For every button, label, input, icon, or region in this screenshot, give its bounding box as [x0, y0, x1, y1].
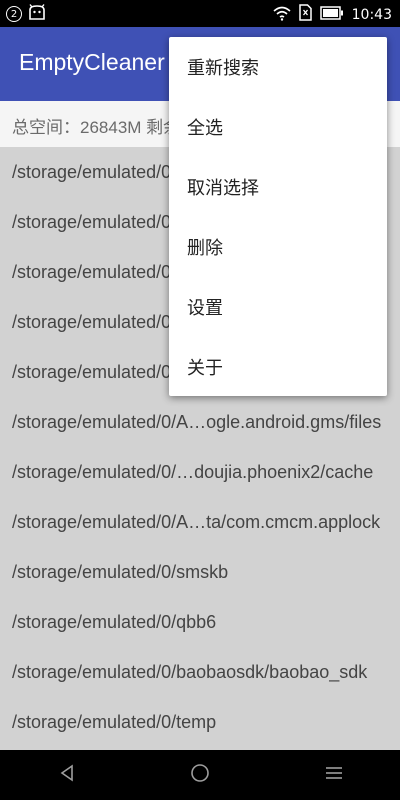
- list-item[interactable]: /storage/emulated/0/temp: [0, 697, 400, 747]
- list-item[interactable]: /storage/emulated/0/smskb: [0, 547, 400, 597]
- list-item[interactable]: /storage/emulated/0/A…ta/com.cmcm.apploc…: [0, 497, 400, 547]
- list-item[interactable]: /storage/emulated/0/…doujia.phoenix2/cac…: [0, 447, 400, 497]
- status-bar: 2 10:43: [0, 0, 400, 27]
- status-time: 10:43: [351, 6, 392, 23]
- status-bar-left: 2: [6, 4, 46, 24]
- recents-icon: [325, 765, 343, 785]
- storage-summary-text: 总空间：26843M 剩余: [12, 118, 181, 137]
- menu-item-delete[interactable]: 删除: [169, 217, 387, 277]
- battery-icon: [319, 5, 344, 24]
- navigation-bar: [0, 750, 400, 800]
- app-title: EmptyCleaner: [19, 49, 165, 75]
- list-item[interactable]: /storage/emulated/0/baobaosdk/baobao_sdk: [0, 647, 400, 697]
- back-button[interactable]: [52, 760, 82, 790]
- android-icon: [28, 4, 46, 24]
- notification-badge-icon: 2: [6, 6, 22, 22]
- status-bar-right: 10:43: [273, 4, 392, 25]
- sim-icon: [298, 4, 312, 25]
- recents-button[interactable]: [319, 760, 349, 790]
- list-item[interactable]: /storage/emulated/0/qbb6: [0, 597, 400, 647]
- menu-item-select-all[interactable]: 全选: [169, 97, 387, 157]
- notification-badge-count: 2: [10, 8, 18, 20]
- menu-item-settings[interactable]: 设置: [169, 277, 387, 337]
- list-item[interactable]: /storage/emulated/0/A…ogle.android.gms/f…: [0, 397, 400, 447]
- home-icon: [190, 763, 210, 787]
- overflow-menu: 重新搜索 全选 取消选择 删除 设置 关于: [169, 37, 387, 396]
- menu-item-about[interactable]: 关于: [169, 337, 387, 397]
- menu-item-deselect[interactable]: 取消选择: [169, 157, 387, 217]
- back-icon: [59, 764, 75, 786]
- wifi-icon: [273, 5, 291, 25]
- home-button[interactable]: [185, 760, 215, 790]
- menu-item-rescan[interactable]: 重新搜索: [169, 37, 387, 97]
